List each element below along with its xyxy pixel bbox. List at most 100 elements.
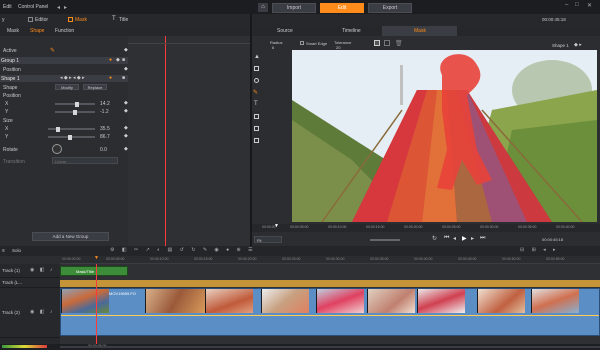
radius-value[interactable]: 6 [272, 45, 274, 50]
subtab-shape[interactable]: Shape [30, 28, 44, 34]
mask-tab[interactable]: Mask [75, 17, 87, 23]
export-tab[interactable]: Export [368, 3, 412, 13]
group-row[interactable]: Group 1 ● ◆ ■ [0, 57, 128, 64]
erase-tool-icon[interactable] [254, 138, 259, 143]
edit-tab[interactable]: Edit [320, 3, 364, 13]
track-3-icons[interactable]: ◉ ◧ ♪ [30, 309, 54, 315]
checkbox-icon[interactable] [28, 17, 33, 22]
size-y-slider[interactable] [48, 134, 95, 140]
invert-icon[interactable] [374, 40, 380, 46]
track-header-2[interactable]: Track (L... [0, 278, 60, 288]
pos-y-slider[interactable] [55, 109, 95, 115]
text-tool-icon[interactable]: T [254, 101, 258, 107]
home-button[interactable]: ⌂ [258, 3, 268, 12]
timeline-tools-icons[interactable]: ⚙ ◧ ✂ ↗ ◐ ▤ ↺ ↻ ✎ ◉ ● ⊕ ☰ [110, 247, 256, 253]
transition-dropdown[interactable]: Linear [52, 157, 118, 164]
title-icon[interactable]: T [112, 16, 116, 22]
maximize-icon[interactable]: □ [575, 2, 579, 8]
menu-edit[interactable]: Edit [3, 4, 12, 10]
title-tab[interactable]: Title [119, 17, 128, 23]
forward-icon[interactable]: ▸ [64, 4, 67, 11]
ellipse-tool-icon[interactable] [254, 78, 259, 83]
shape-nav-icons[interactable]: ◂ ◆ ▸ ◂ ◆ ▸ [60, 75, 85, 81]
size-x-slider[interactable] [48, 126, 95, 132]
minimize-icon[interactable]: – [565, 2, 568, 8]
rotate-keyframe-icon[interactable]: ◆ [124, 146, 128, 152]
pos-x-keyframe-icon[interactable]: ◆ [124, 100, 128, 106]
clip-rubber-band[interactable] [61, 315, 599, 316]
size-y-keyframe-icon[interactable]: ◆ [124, 133, 128, 139]
brush-tool-icon[interactable]: ✎ [253, 89, 258, 96]
viewer-tab-timeline[interactable]: Timeline [342, 28, 361, 34]
pos-x-slider[interactable] [55, 101, 95, 107]
step-forward-icon[interactable]: ▸ [471, 235, 474, 242]
mask-tab-box[interactable] [68, 17, 73, 22]
back-icon[interactable]: ◂ [57, 4, 60, 11]
viewer-tab-source[interactable]: Source [277, 28, 293, 34]
jog-slider[interactable] [370, 239, 400, 241]
rotate-dial[interactable] [52, 144, 62, 154]
rotate-value[interactable]: 0.0 [100, 147, 107, 153]
menu-control-panel[interactable]: Control Panel [18, 4, 48, 10]
next-frame-icon[interactable]: ⏭ [480, 235, 485, 242]
size-x-keyframe-icon[interactable]: ◆ [124, 125, 128, 131]
rect-tool-icon[interactable] [254, 66, 259, 71]
group-delete-icon[interactable]: ■ [122, 57, 125, 63]
track-header-1[interactable]: Track (1) ◉ ◧ ♪ [0, 264, 60, 278]
active-toggle-icon[interactable]: ✎ [50, 47, 55, 54]
shape-visible-icon[interactable]: ● [109, 75, 112, 81]
group-lock-icon[interactable]: ◆ [116, 57, 120, 63]
solo-label[interactable]: Solo [12, 248, 21, 253]
modify-button[interactable]: Modify [55, 84, 79, 90]
add-new-group-button[interactable]: Add a New Group [32, 232, 109, 241]
subtab-function[interactable]: Function [55, 28, 74, 34]
shape-select-label[interactable]: Shape 1 [552, 43, 569, 48]
fit-dropdown[interactable]: Fit [254, 236, 282, 243]
track-1-name: Track (1) [2, 268, 20, 273]
track-header-3[interactable]: Track (2) ◉ ◧ ♪ [0, 288, 60, 338]
viewer-tab-mask[interactable]: Mask [414, 28, 426, 34]
step-back-icon[interactable]: ◂ [453, 235, 456, 242]
position-keyframe-icon[interactable]: ◆ [124, 66, 128, 72]
pos-y-value[interactable]: -1.2 [100, 109, 109, 115]
size-y-value[interactable]: 86.7 [100, 134, 110, 140]
close-icon[interactable]: ✕ [587, 2, 592, 9]
keyframe-playhead[interactable] [165, 36, 166, 246]
tl-ruler-6: 00:00:30:00 [326, 257, 345, 261]
library-label: y [2, 17, 5, 23]
video-clip[interactable]: MOV19659.FO [60, 288, 600, 336]
image-tool-icon[interactable] [254, 114, 259, 119]
replace-button[interactable]: Replace [83, 84, 107, 90]
import-tab[interactable]: Import [272, 3, 316, 13]
copy-icon[interactable] [384, 40, 390, 46]
select-tool-icon[interactable]: ▲ [254, 54, 260, 60]
viewer-playhead-icon[interactable]: ▼ [274, 223, 279, 229]
duplicate-tool-icon[interactable] [254, 126, 259, 131]
shape-select-nav-icon[interactable]: ◆ ▸ [574, 42, 582, 48]
timeline-menu-icon[interactable]: ≡ [2, 248, 5, 254]
viewer-ruler[interactable]: 00:00:00 00:00:05:00 00:00:10:00 00:00:1… [252, 223, 600, 232]
timeline-scrollbar[interactable] [60, 346, 600, 348]
track-1-icons[interactable]: ◉ ◧ ♪ [30, 267, 54, 273]
timeline-zoom-icons[interactable]: ⊟ ⊞ ◂ ▸ [520, 247, 559, 253]
timeline-playhead[interactable] [96, 264, 97, 344]
mask-title-clip[interactable]: Mask/Title [60, 266, 128, 276]
video-preview[interactable] [292, 50, 597, 222]
active-keyframe-icon[interactable]: ◆ [124, 47, 128, 53]
trash-icon[interactable]: 🗑 [395, 40, 403, 47]
loop-icon[interactable]: ↻ [432, 235, 437, 242]
group-visible-icon[interactable]: ● [109, 57, 112, 63]
play-icon[interactable]: ▶ [462, 235, 467, 242]
shape-delete-icon[interactable]: ■ [122, 75, 125, 81]
pos-y-keyframe-icon[interactable]: ◆ [124, 108, 128, 114]
pos-x-value[interactable]: 14.2 [100, 101, 110, 107]
shape-row[interactable]: Shape 1 ◂ ◆ ▸ ◂ ◆ ▸ ● ■ [0, 75, 128, 82]
subtab-mask[interactable]: Mask [7, 28, 19, 34]
editor-tab[interactable]: Editor [35, 17, 48, 23]
tl-ruler-10: 00:00:50:00 [502, 257, 521, 261]
keyframe-area[interactable] [128, 36, 250, 246]
smart-edge-checkbox[interactable] [300, 41, 304, 45]
size-x-value[interactable]: 35.5 [100, 126, 110, 132]
link-track-lane[interactable] [60, 280, 600, 287]
prev-frame-icon[interactable]: ⏮ [444, 235, 449, 242]
